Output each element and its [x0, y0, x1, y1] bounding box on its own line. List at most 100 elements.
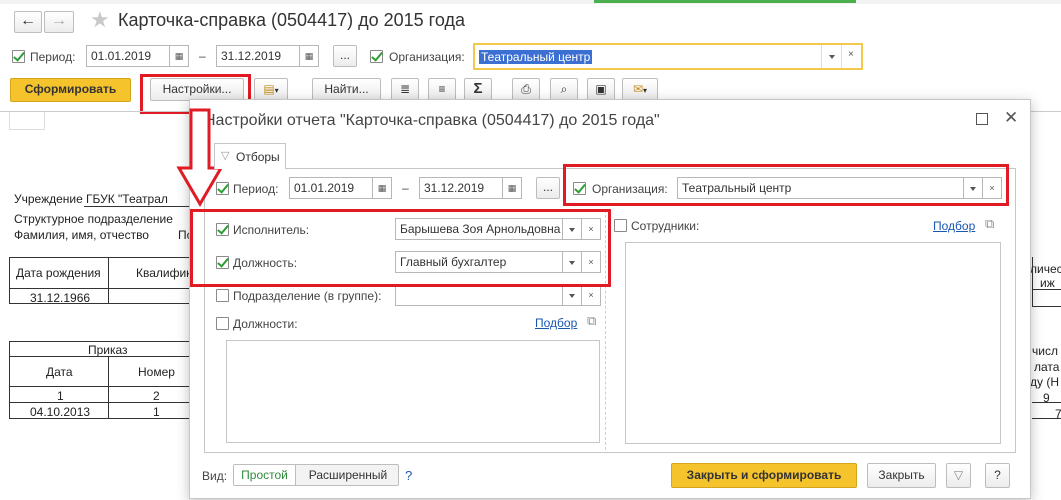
report-left-border-2 — [9, 341, 10, 418]
favorite-star-icon[interactable]: ★ — [90, 9, 110, 31]
right-line-2 — [1032, 306, 1061, 307]
close-icon: ✕ — [1004, 108, 1019, 127]
sort-descending-button[interactable]: ≣ — [391, 78, 419, 101]
dialog-org-clear[interactable]: × — [982, 177, 1002, 199]
calendar-from-button[interactable]: ▦ — [169, 45, 189, 67]
table1-mid — [9, 288, 189, 289]
save-button[interactable]: ▣ — [587, 78, 615, 101]
period-from-field[interactable]: 01.01.2019 — [86, 45, 170, 67]
executor-checkbox[interactable] — [216, 223, 229, 236]
position-field[interactable]: Главный бухгалтер — [395, 251, 564, 273]
positions-pick-icon[interactable]: ⧉ — [587, 313, 596, 329]
chevron-down-icon — [569, 294, 575, 298]
settings-dialog: Настройки отчета "Карточка-справка (0504… — [189, 99, 1031, 499]
chevron-down-icon — [829, 55, 835, 59]
report-variant-button[interactable]: ▤▾ — [254, 78, 288, 101]
window-title: Карточка-справка (0504417) до 2015 года — [118, 10, 465, 30]
executor-dropdown[interactable] — [562, 218, 582, 240]
period-label: Период: — [30, 50, 76, 64]
calendar-icon: ▦ — [377, 183, 387, 193]
dialog-period-label: Период: — [233, 182, 279, 196]
org-checkbox[interactable] — [370, 50, 383, 63]
division-checkbox[interactable] — [216, 289, 229, 302]
right-header-2: иж — [1040, 276, 1055, 290]
period-choose-button[interactable]: ... — [333, 45, 357, 67]
division-clear[interactable]: × — [581, 284, 601, 306]
close-icon: × — [588, 257, 594, 267]
view-help-link[interactable]: ? — [405, 468, 412, 483]
chevron-down-icon — [569, 261, 575, 265]
view-extended-button[interactable]: Расширенный — [296, 465, 400, 485]
org-clear-button[interactable]: × — [841, 45, 861, 68]
sum-button[interactable]: Σ — [464, 78, 492, 101]
floppy-disk-icon: ▣ — [595, 82, 607, 96]
top-tab-strip — [0, 0, 1061, 4]
positions-label: Должности: — [233, 317, 298, 331]
number-header: Номер — [138, 365, 175, 379]
positions-pick-link[interactable]: Подбор — [535, 316, 577, 330]
position-dropdown[interactable] — [562, 251, 582, 273]
filter-settings-button[interactable]: ▽ — [946, 463, 971, 488]
positions-list[interactable] — [226, 340, 600, 443]
positions-checkbox[interactable] — [216, 317, 229, 330]
right-line-4 — [1032, 418, 1061, 419]
view-simple-button[interactable]: Простой — [234, 465, 296, 485]
generate-button[interactable]: Сформировать — [10, 78, 131, 102]
find-button[interactable]: Найти... — [312, 78, 381, 101]
maximize-button[interactable] — [976, 113, 988, 125]
right-vline-1 — [1032, 257, 1033, 307]
clipboard-icon: ▤ — [263, 82, 275, 96]
org-dropdown-button[interactable] — [821, 45, 841, 68]
report-left-border — [9, 257, 10, 303]
settings-button[interactable]: Настройки... — [150, 78, 244, 101]
division-field[interactable] — [395, 284, 564, 306]
institution-label: Учреждение — [14, 192, 83, 206]
chevron-down-icon — [569, 228, 575, 232]
forward-button[interactable]: → — [44, 11, 74, 33]
position-checkbox[interactable] — [216, 256, 229, 269]
order-date-value: 04.10.2013 — [30, 405, 91, 419]
dialog-period-to[interactable]: 31.12.2019 — [419, 177, 503, 199]
dialog-org-checkbox[interactable] — [573, 182, 586, 195]
table1-divider — [108, 257, 109, 303]
print-button[interactable]: ⎙ — [512, 78, 540, 101]
close-and-generate-button[interactable]: Закрыть и сформировать — [671, 463, 857, 488]
position-clear[interactable]: × — [581, 251, 601, 273]
dialog-calendar-to[interactable]: ▦ — [502, 177, 522, 199]
close-button[interactable]: Закрыть — [867, 463, 936, 488]
arrow-right-icon: → — [51, 12, 67, 29]
dialog-period-choose[interactable]: ... — [536, 177, 560, 199]
executor-field[interactable]: Барышева Зоя Арнольдовна — [395, 218, 564, 240]
employees-pick-icon[interactable]: ⧉ — [985, 216, 994, 232]
employees-pick-link[interactable]: Подбор — [933, 219, 975, 233]
employees-checkbox[interactable] — [614, 219, 627, 232]
executor-clear[interactable]: × — [581, 218, 601, 240]
dialog-period-dash: – — [402, 181, 409, 195]
funnel-icon: ▽ — [953, 468, 964, 482]
period-checkbox[interactable] — [12, 50, 25, 63]
help-button[interactable]: ? — [985, 463, 1010, 488]
column-divider — [605, 210, 606, 450]
printer-icon: ⎙ — [521, 82, 531, 96]
tab-filters[interactable]: ▽ Отборы — [214, 143, 286, 169]
dialog-org-field[interactable]: Театральный центр — [677, 177, 964, 199]
preview-button[interactable]: ⌕ — [550, 78, 578, 101]
division-dropdown[interactable] — [562, 284, 582, 306]
employees-list[interactable] — [625, 242, 1001, 444]
sort-ascending-button[interactable]: ≡ — [428, 78, 456, 101]
right-header-4: лата — [1034, 360, 1060, 374]
send-email-button[interactable]: ✉▾ — [622, 78, 658, 101]
preview-icon: ⌕ — [560, 82, 568, 96]
department-label: Структурное подразделение — [14, 212, 173, 226]
calendar-to-button[interactable]: ▦ — [299, 45, 319, 67]
org-input[interactable]: Театральный центр × — [473, 43, 863, 70]
dialog-calendar-from[interactable]: ▦ — [372, 177, 392, 199]
org-label: Организация: — [389, 50, 465, 64]
period-dash: – — [199, 49, 206, 63]
period-to-field[interactable]: 31.12.2019 — [216, 45, 300, 67]
dialog-org-dropdown[interactable] — [963, 177, 983, 199]
active-tab-indicator — [594, 0, 856, 3]
dialog-period-from[interactable]: 01.01.2019 — [289, 177, 373, 199]
back-button[interactable]: ← — [14, 11, 42, 33]
close-dialog-button[interactable]: ✕ — [1004, 108, 1018, 128]
